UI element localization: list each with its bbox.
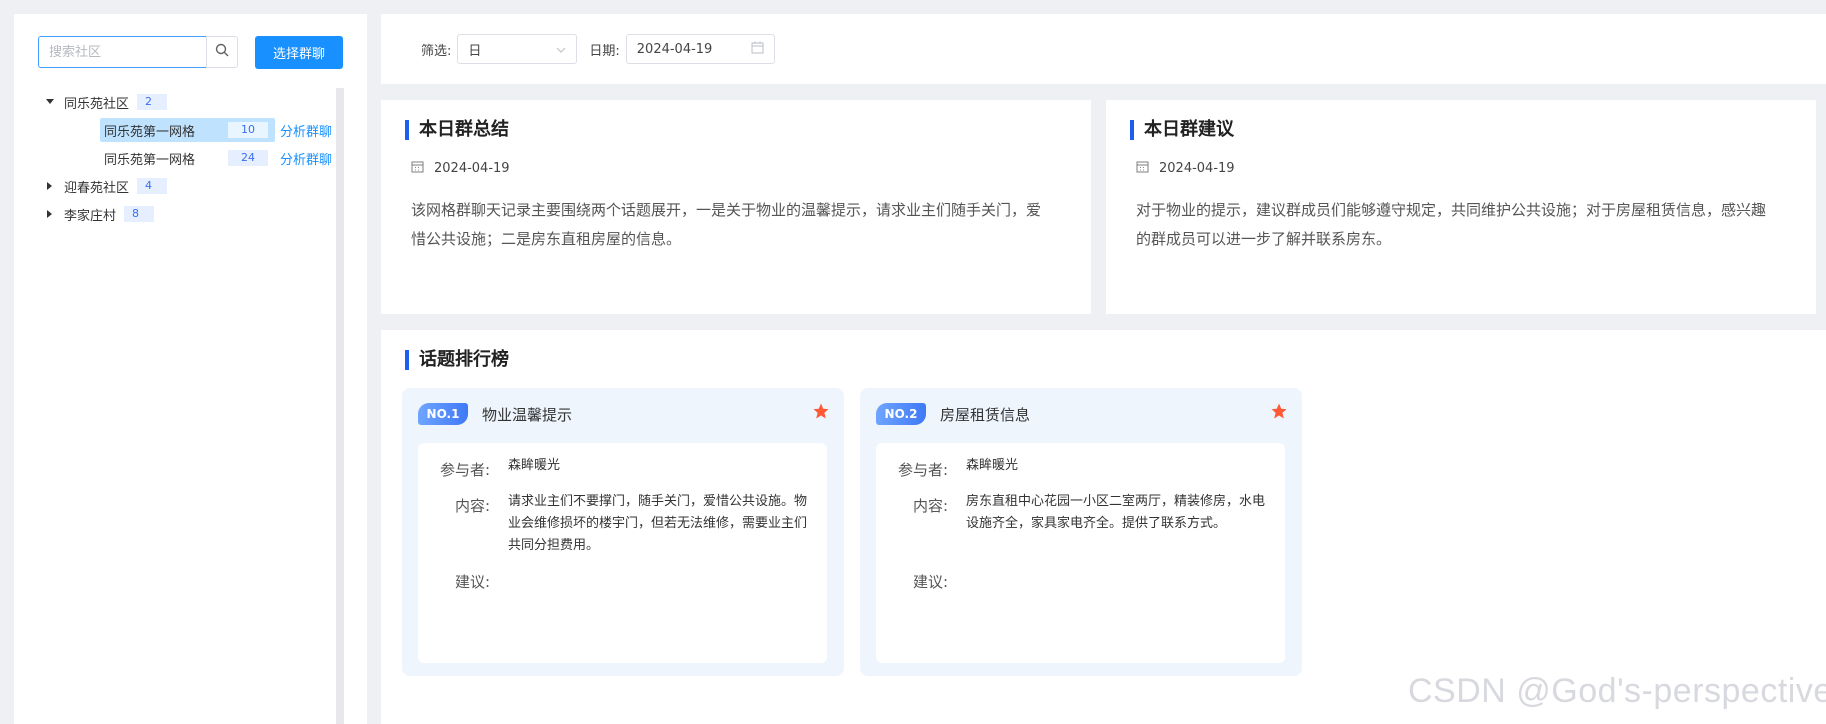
topic-card-2[interactable]: NO.2 房屋租赁信息 参与者: 森眸暖光 内容: 房东直租中心花园一小区二室两… (860, 388, 1302, 676)
daily-suggestion-card: 本日群建议 2024-04-19 对于物业的提示，建议群成员们能够遵守规定，共同… (1106, 100, 1816, 314)
suggestion-date: 2024-04-19 (1136, 160, 1235, 177)
date-picker-value: 2024-04-19 (636, 41, 713, 57)
caret-right-icon[interactable] (44, 180, 56, 192)
tree-node-count: 8 (124, 206, 155, 222)
analyze-group-link[interactable]: 分析群聊 (280, 121, 332, 140)
community-tree: 同乐苑社区 2 同乐苑第一网格 10 分析群聊 同乐苑第一网格 24 分析群聊 … (38, 88, 338, 228)
advice-label: 建议: (912, 573, 948, 591)
tree-child-box[interactable]: 同乐苑第一网格 10 (100, 118, 275, 142)
star-icon[interactable] (812, 402, 830, 420)
caret-right-icon[interactable] (44, 208, 56, 220)
calendar-icon (751, 41, 764, 58)
content-value: 房东直租中心花园一小区二室两厅，精装修房，水电设施齐全，家具家电齐全。提供了联系… (966, 494, 1266, 531)
search-input[interactable] (38, 36, 206, 68)
analyze-group-link[interactable]: 分析群聊 (280, 149, 332, 168)
chevron-down-icon (556, 42, 566, 57)
tree-node-lijiazhuang[interactable]: 李家庄村 8 (38, 200, 338, 228)
tree-node-label: 李家庄村 (64, 208, 117, 224)
participants-value: 森眸暖光 (966, 458, 1019, 473)
participants-label: 参与者: (897, 461, 948, 479)
tree-node-label: 迎春苑社区 (64, 180, 130, 196)
tree-node-count: 2 (137, 94, 168, 110)
summary-text: 该网格群聊天记录主要围绕两个话题展开，一是关于物业的温馨提示，请求业主们随手关门… (411, 201, 1042, 248)
date-label: 日期: (589, 43, 620, 59)
sidebar-scrollbar[interactable] (336, 88, 344, 724)
topic-detail: 参与者: 森眸暖光 内容: 房东直租中心花园一小区二室两厅，精装修房，水电设施齐… (876, 443, 1285, 663)
summary-date-text: 2024-04-19 (434, 161, 510, 176)
tree-node-yingchunyuan[interactable]: 迎春苑社区 4 (38, 172, 338, 200)
daily-summary-card: 本日群总结 2024-04-19 该网格群聊天记录主要围绕两个话题展开，一是关于… (381, 100, 1091, 314)
search-icon (215, 43, 229, 61)
suggestion-title: 本日群建议 (1130, 120, 1234, 140)
sidebar: 选择群聊 同乐苑社区 2 同乐苑第一网格 10 分析群聊 同乐苑第一网格 24 … (14, 14, 367, 724)
select-group-button[interactable]: 选择群聊 (255, 36, 343, 69)
tree-child-count: 24 (228, 150, 268, 166)
suggestion-text: 对于物业的提示，建议群成员们能够遵守规定，共同维护公共设施；对于房屋租赁信息，感… (1136, 201, 1767, 248)
topic-name: 物业温馨提示 (482, 406, 573, 424)
tree-child-box[interactable]: 同乐苑第一网格 24 (100, 146, 275, 170)
participants-label: 参与者: (439, 461, 490, 479)
tree-child-count: 10 (228, 122, 268, 138)
content-label: 内容: (912, 497, 948, 515)
tree-child-grid-1[interactable]: 同乐苑第一网格 10 分析群聊 (38, 116, 338, 144)
tree-node-tongleyuan[interactable]: 同乐苑社区 2 (38, 88, 338, 116)
summary-title: 本日群总结 (405, 120, 509, 140)
search-button[interactable] (206, 36, 238, 68)
filter-bar: 筛选: 日 日期: 2024-04-19 (381, 14, 1826, 84)
suggestion-date-text: 2024-04-19 (1159, 161, 1235, 176)
watermark: CSDN @God's-perspective (1408, 672, 1826, 710)
content-value: 请求业主们不要撑门，随手关门，爱惜公共设施。物业会维修损坏的楼宇门，但若无法维修… (508, 494, 808, 553)
topic-detail: 参与者: 森眸暖光 内容: 请求业主们不要撑门，随手关门，爱惜公共设施。物业会维… (418, 443, 827, 663)
ranking-title: 话题排行榜 (405, 350, 509, 370)
filter-select[interactable]: 日 (457, 34, 578, 64)
topic-card-1[interactable]: NO.1 物业温馨提示 参与者: 森眸暖光 内容: 请求业主们不要撑门，随手关门… (402, 388, 844, 676)
tree-child-label: 同乐苑第一网格 (104, 124, 196, 140)
topic-rank-badge: NO.1 (418, 403, 468, 425)
tree-child-grid-2[interactable]: 同乐苑第一网格 24 分析群聊 (38, 144, 338, 172)
participants-value: 森眸暖光 (508, 458, 561, 473)
search-row (38, 36, 238, 68)
content-label: 内容: (454, 497, 490, 515)
tree-node-label: 同乐苑社区 (64, 96, 130, 112)
calendar-icon (1136, 160, 1149, 177)
summary-date: 2024-04-19 (411, 160, 510, 177)
topic-name: 房屋租赁信息 (940, 406, 1031, 424)
calendar-icon (411, 160, 424, 177)
caret-down-icon[interactable] (44, 96, 56, 108)
filter-label: 筛选: (421, 43, 452, 59)
date-picker[interactable]: 2024-04-19 (625, 34, 775, 64)
advice-label: 建议: (454, 573, 490, 591)
tree-node-count: 4 (137, 178, 168, 194)
star-icon[interactable] (1270, 402, 1288, 420)
filter-select-value: 日 (468, 43, 482, 59)
topic-rank-badge: NO.2 (876, 403, 926, 425)
tree-child-label: 同乐苑第一网格 (104, 152, 196, 168)
